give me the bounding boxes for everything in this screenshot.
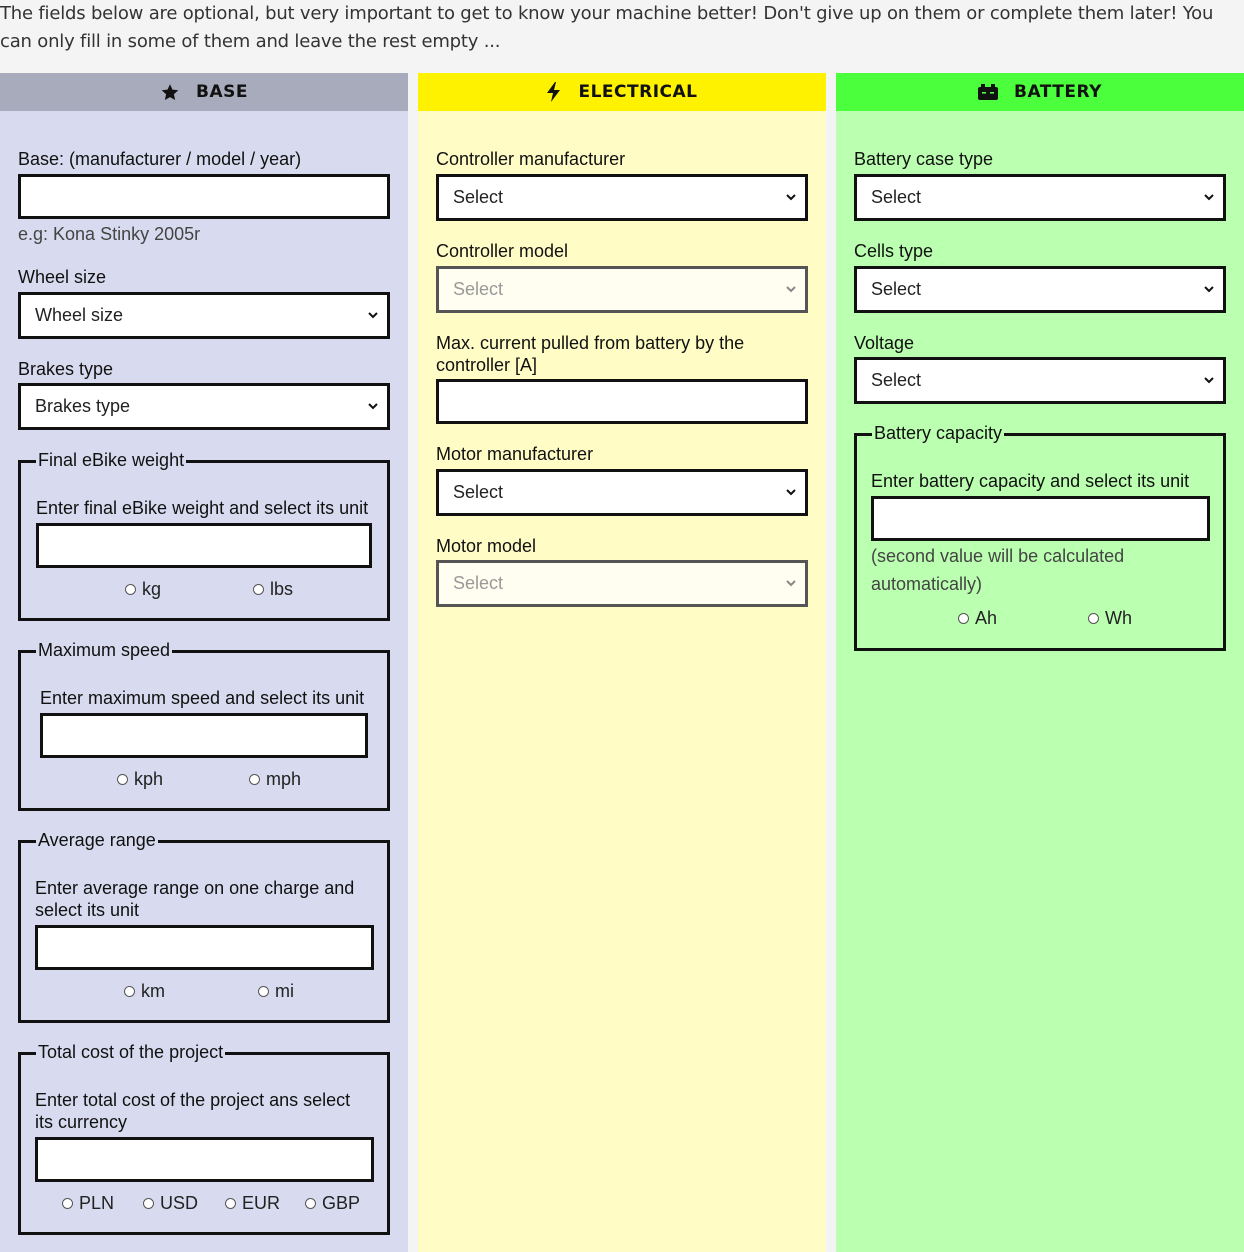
battery-case-select[interactable]: Select: [854, 174, 1226, 221]
radio-ah[interactable]: Ah: [958, 608, 997, 629]
chevron-down-icon: [786, 580, 796, 587]
chevron-down-icon: [1204, 377, 1214, 384]
cost-fieldset: Total cost of the project Enter total co…: [18, 1041, 390, 1235]
battery-header: BATTERY: [836, 73, 1244, 111]
voltage-label: Voltage: [854, 333, 915, 353]
radio-pln[interactable]: PLN: [62, 1193, 114, 1214]
radio-mi[interactable]: mi: [258, 981, 294, 1002]
motor-manufacturer-label: Motor manufacturer: [436, 444, 594, 464]
motor-manufacturer-value: Select: [453, 482, 504, 502]
range-fieldset: Average range Enter average range on one…: [18, 829, 390, 1023]
speed-prompt: Enter maximum speed and select its unit: [40, 688, 365, 708]
controller-model-value: Select: [453, 279, 504, 299]
cost-legend: Total cost of the project: [36, 1041, 226, 1063]
capacity-hint: (second value will be calculated automat…: [871, 546, 1125, 594]
radio-usd[interactable]: USD: [143, 1193, 198, 1214]
radio-kph[interactable]: kph: [117, 769, 163, 790]
speed-legend: Maximum speed: [36, 639, 173, 661]
battery-icon: [978, 84, 999, 100]
electrical-header: ELECTRICAL: [418, 73, 826, 111]
radio-kg[interactable]: kg: [125, 579, 161, 600]
cells-type-value: Select: [871, 279, 922, 299]
weight-prompt: Enter final eBike weight and select its …: [36, 498, 369, 518]
capacity-legend: Battery capacity: [872, 422, 1005, 444]
controller-manufacturer-select[interactable]: Select: [436, 174, 808, 221]
speed-fieldset: Maximum speed Enter maximum speed and se…: [18, 639, 390, 811]
controller-model-select[interactable]: Select: [436, 266, 808, 313]
base-model-hint: e.g: Kona Stinky 2005r: [18, 224, 201, 244]
radio-wh[interactable]: Wh: [1088, 608, 1132, 629]
weight-fieldset: Final eBike weight Enter final eBike wei…: [18, 449, 390, 621]
capacity-input[interactable]: [871, 496, 1210, 541]
electrical-title: ELECTRICAL: [578, 82, 698, 102]
wheel-size-label: Wheel size: [18, 267, 107, 287]
radio-gbp[interactable]: GBP: [305, 1193, 360, 1214]
max-current-input[interactable]: [436, 379, 808, 424]
controller-model-label: Controller model: [436, 241, 569, 261]
chevron-down-icon: [786, 194, 796, 201]
battery-case-label: Battery case type: [854, 149, 994, 169]
controller-manufacturer-value: Select: [453, 187, 504, 207]
motor-model-label: Motor model: [436, 536, 537, 556]
brakes-type-select[interactable]: Brakes type: [18, 383, 390, 430]
weight-legend: Final eBike weight: [36, 449, 187, 471]
base-header: BASE: [0, 73, 408, 111]
brakes-type-value: Brakes type: [35, 396, 131, 416]
radio-mph[interactable]: mph: [249, 769, 301, 790]
wheel-size-select[interactable]: Wheel size: [18, 292, 390, 339]
radio-lbs[interactable]: lbs: [253, 579, 293, 600]
speed-input[interactable]: [40, 713, 368, 758]
cost-prompt: Enter total cost of the project ans sele…: [35, 1090, 351, 1132]
cells-type-select[interactable]: Select: [854, 266, 1226, 313]
weight-input[interactable]: [36, 523, 372, 568]
radio-km[interactable]: km: [124, 981, 165, 1002]
motor-model-value: Select: [453, 573, 504, 593]
motor-model-select[interactable]: Select: [436, 560, 808, 607]
chevron-down-icon: [368, 312, 378, 319]
base-model-label: Base: (manufacturer / model / year): [18, 149, 302, 169]
lightning-icon: [547, 82, 561, 102]
cells-type-label: Cells type: [854, 241, 934, 261]
electrical-column: ELECTRICAL Controller manufacturer Selec…: [418, 73, 826, 1252]
voltage-value: Select: [871, 370, 922, 390]
cost-input[interactable]: [35, 1137, 374, 1182]
range-legend: Average range: [36, 829, 158, 851]
radio-eur[interactable]: EUR: [225, 1193, 280, 1214]
capacity-fieldset: Battery capacity Enter battery capacity …: [854, 422, 1226, 651]
wheel-size-value: Wheel size: [35, 305, 124, 325]
chevron-down-icon: [1204, 194, 1214, 201]
base-column: BASE Base: (manufacturer / model / year)…: [0, 73, 408, 1252]
chevron-down-icon: [786, 286, 796, 293]
motor-manufacturer-select[interactable]: Select: [436, 469, 808, 516]
battery-title: BATTERY: [1014, 82, 1102, 102]
star-icon: [161, 83, 179, 100]
max-current-label: Max. current pulled from battery by the …: [436, 333, 745, 375]
chevron-down-icon: [786, 489, 796, 496]
chevron-down-icon: [1204, 286, 1214, 293]
brakes-type-label: Brakes type: [18, 359, 114, 379]
voltage-select[interactable]: Select: [854, 357, 1226, 404]
range-prompt: Enter average range on one charge and se…: [35, 878, 355, 920]
battery-column: BATTERY Battery case type Select Cells t…: [836, 73, 1244, 1252]
capacity-prompt: Enter battery capacity and select its un…: [871, 471, 1190, 491]
battery-case-value: Select: [871, 187, 922, 207]
controller-manufacturer-label: Controller manufacturer: [436, 149, 626, 169]
base-title: BASE: [196, 82, 248, 102]
intro-text: The fields below are optional, but very …: [0, 3, 1214, 52]
base-model-input[interactable]: [18, 174, 390, 219]
range-input[interactable]: [35, 925, 374, 970]
chevron-down-icon: [368, 403, 378, 410]
